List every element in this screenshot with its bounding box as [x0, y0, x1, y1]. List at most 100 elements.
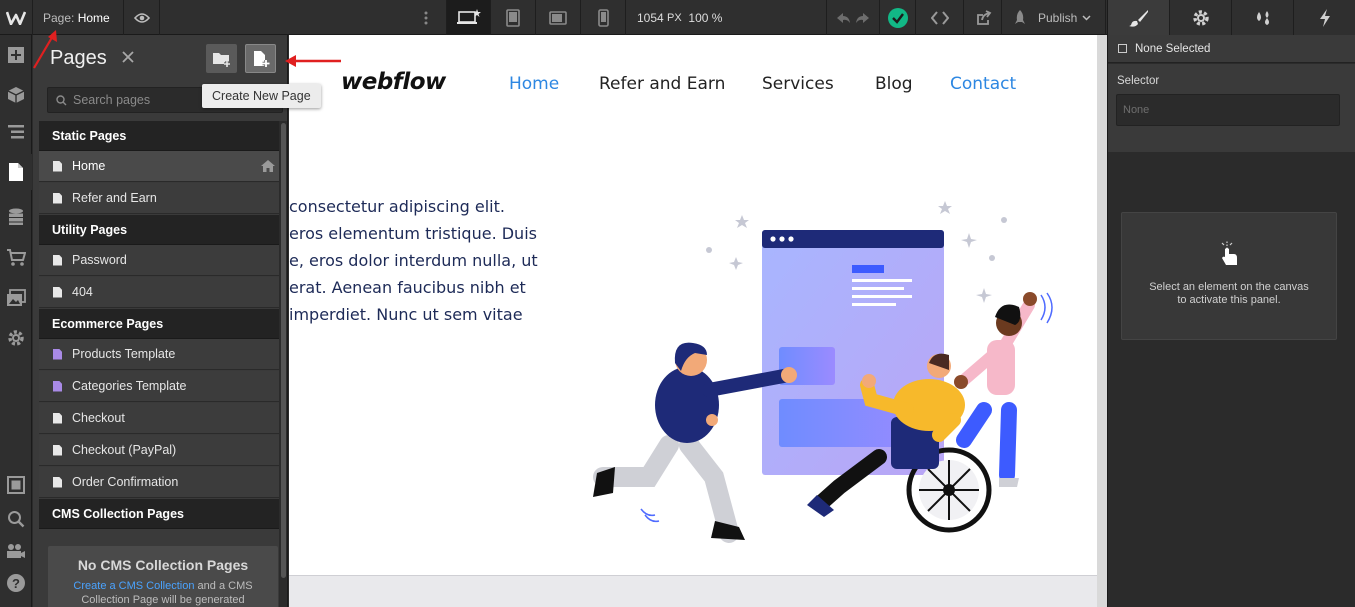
- create-new-page-tooltip: Create New Page: [202, 84, 321, 108]
- empty-panel-text-2: to activate this panel.: [1177, 294, 1281, 306]
- zoom-level: 100 %: [688, 10, 723, 25]
- annotation-arrow: [285, 55, 341, 67]
- page-item-home[interactable]: Home: [39, 151, 279, 182]
- tablet-icon[interactable]: [491, 0, 536, 35]
- section-cms-collection-pages: CMS Collection Pages: [39, 499, 279, 529]
- template-doc-icon: [53, 380, 62, 392]
- navigator-icon[interactable]: [0, 114, 32, 150]
- selector-label: Selector: [1117, 75, 1160, 87]
- hero-text-line: erat. Aenean faucibus nibh et: [289, 278, 526, 297]
- ecommerce-icon[interactable]: [0, 240, 32, 276]
- publish-label: Publish: [1038, 10, 1078, 25]
- section-utility-pages: Utility Pages: [39, 215, 279, 245]
- style-manager-drops-icon[interactable]: [1232, 0, 1294, 35]
- hero-paragraph[interactable]: consectetur adipiscing elit. eros elemen…: [289, 195, 549, 335]
- hero-text-line: consectetur adipiscing elit.: [289, 197, 505, 216]
- page-item-order-confirmation[interactable]: Order Confirmation: [39, 467, 279, 498]
- eye-icon[interactable]: [124, 0, 160, 35]
- assets-icon[interactable]: [0, 280, 32, 316]
- code-icon[interactable]: [916, 0, 964, 35]
- tablet-landscape-icon[interactable]: [536, 0, 581, 35]
- none-selected-row: None Selected: [1108, 35, 1355, 63]
- page-item-label: Categories Template: [72, 379, 187, 393]
- page-doc-icon: [53, 444, 62, 456]
- nav-link-services[interactable]: Services: [762, 74, 834, 94]
- canvas-scrollbar[interactable]: [1097, 35, 1107, 607]
- page-item-password[interactable]: Password: [39, 245, 279, 276]
- page-item-label: Checkout: [72, 411, 125, 425]
- cube-icon[interactable]: [0, 77, 32, 113]
- page-item-checkout-paypal[interactable]: Checkout (PayPal): [39, 435, 279, 466]
- empty-panel-text-1: Select an element on the canvas: [1149, 281, 1309, 293]
- check-icon[interactable]: [880, 0, 916, 35]
- svg-text:?: ?: [12, 576, 20, 591]
- section-ecommerce-pages: Ecommerce Pages: [39, 309, 279, 339]
- page-prefix: Page:: [43, 10, 75, 25]
- pointer-click-icon: [1122, 239, 1336, 267]
- page-doc-icon: [53, 286, 62, 298]
- cms-empty-text-2: Collection Page will be generated: [81, 594, 245, 606]
- publish-button[interactable]: Publish: [1002, 0, 1106, 35]
- help-icon[interactable]: ?: [0, 565, 32, 601]
- cms-empty-text: and a CMS: [194, 580, 253, 592]
- desktop-icon[interactable]: [446, 0, 491, 35]
- page-item-products-template[interactable]: Products Template: [39, 339, 279, 370]
- hero-text-line: eros elementum tristique. Duis: [289, 224, 537, 243]
- page-item-label: Home: [72, 159, 106, 173]
- settings-tab-gear-icon[interactable]: [1170, 0, 1232, 35]
- video-icon[interactable]: [0, 533, 32, 569]
- selector-placeholder: None: [1123, 104, 1150, 116]
- undo-redo[interactable]: [826, 0, 880, 35]
- nav-link-refer-and-earn[interactable]: Refer and Earn: [599, 74, 725, 94]
- canvas-bottom-bar: [289, 575, 1097, 607]
- page-item-404[interactable]: 404: [39, 277, 279, 308]
- page-item-label: Checkout (PayPal): [72, 443, 177, 457]
- selector-input[interactable]: None: [1116, 94, 1340, 126]
- page-doc-icon: [53, 476, 62, 488]
- cms-icon[interactable]: [0, 199, 32, 235]
- rocket-icon: [1012, 9, 1028, 26]
- page-item-label: 404: [72, 285, 93, 299]
- hero-text-line: imperdiet. Nunc ut sem vitae: [289, 305, 523, 324]
- page-item-label: Order Confirmation: [72, 475, 179, 489]
- selector-section: Selector None: [1108, 64, 1355, 152]
- phone-icon[interactable]: [581, 0, 626, 35]
- interactions-bolt-icon[interactable]: [1294, 0, 1355, 35]
- pages-panel-scrollbar[interactable]: [279, 121, 287, 607]
- page-doc-icon: [53, 412, 62, 424]
- create-cms-collection-link[interactable]: Create a CMS Collection: [73, 580, 194, 592]
- nav-link-contact[interactable]: Contact: [950, 74, 1016, 94]
- page-doc-icon: [53, 160, 62, 172]
- page-item-refer-and-earn[interactable]: Refer and Earn: [39, 183, 279, 214]
- page-doc-icon: [53, 192, 62, 204]
- pages-icon[interactable]: [0, 154, 32, 190]
- page-item-checkout[interactable]: Checkout: [39, 403, 279, 434]
- box-icon[interactable]: [0, 467, 32, 503]
- canvas-size-readout: 1054 PX 100 %: [626, 0, 826, 35]
- hero-illustration[interactable]: [589, 195, 1069, 555]
- export-icon[interactable]: [964, 0, 1002, 35]
- search-icon[interactable]: [0, 501, 32, 537]
- template-doc-icon: [53, 348, 62, 360]
- webflow-logo-icon[interactable]: [0, 0, 33, 35]
- annotation-arrow: [33, 30, 57, 69]
- add-icon[interactable]: [0, 37, 32, 73]
- settings-icon[interactable]: [0, 320, 32, 356]
- pages-list: Static Pages Home Refer and Earn Utility…: [39, 35, 279, 607]
- canvas-width-unit: PX: [667, 11, 682, 24]
- nav-link-home[interactable]: Home: [509, 74, 559, 94]
- style-panel: None Selected Selector None Select an el…: [1107, 0, 1355, 607]
- nav-link-blog[interactable]: Blog: [875, 74, 913, 94]
- chevron-down-icon: [1082, 14, 1091, 21]
- page-doc-icon: [53, 254, 62, 266]
- scrollbar-thumb[interactable]: [281, 123, 286, 578]
- home-icon: [261, 160, 275, 175]
- style-tab-brush-icon[interactable]: [1108, 0, 1170, 35]
- design-canvas[interactable]: webflow Home Refer and Earn Services Blo…: [289, 35, 1097, 575]
- page-item-categories-template[interactable]: Categories Template: [39, 371, 279, 402]
- more-icon[interactable]: [408, 0, 444, 35]
- hero-text-line: e, eros dolor interdum nulla, ut: [289, 251, 538, 270]
- site-logo[interactable]: webflow: [341, 69, 446, 95]
- section-static-pages: Static Pages: [39, 121, 279, 151]
- current-page-name: Home: [77, 10, 110, 25]
